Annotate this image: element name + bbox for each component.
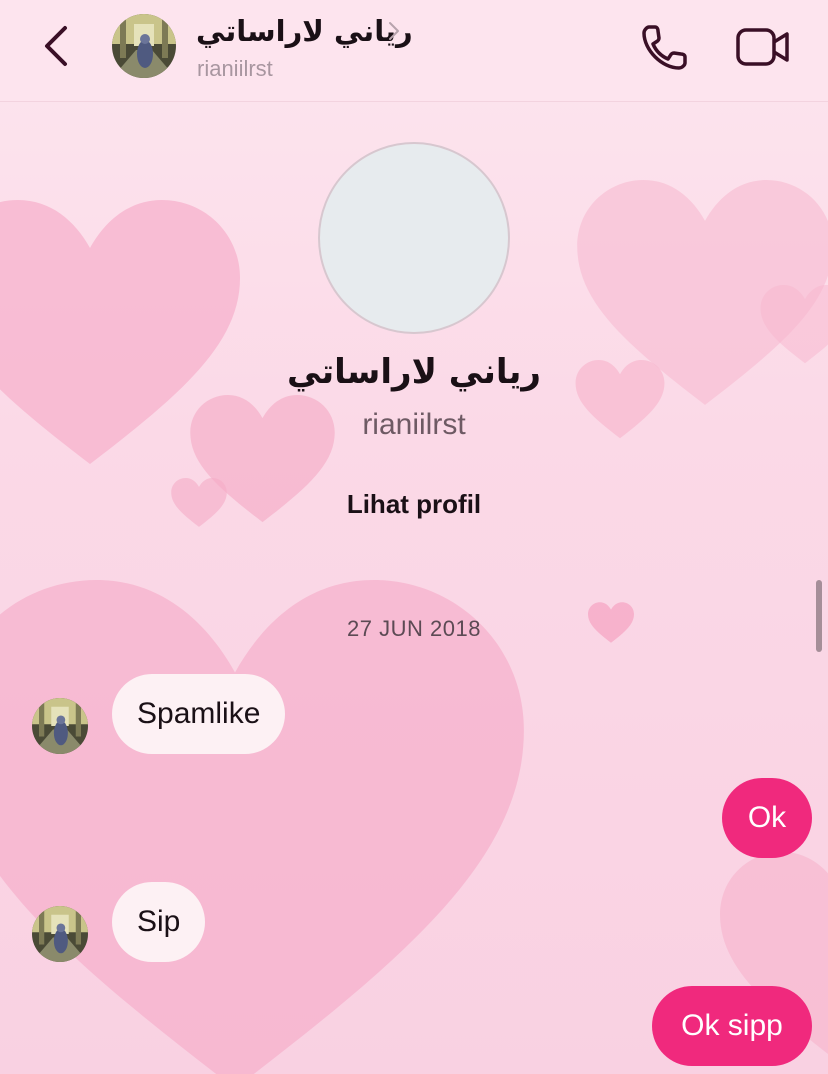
- message-bubble-incoming[interactable]: Spamlike: [112, 674, 286, 754]
- heart-decoration: [171, 478, 227, 527]
- profile-username: rianiilrst: [362, 408, 466, 441]
- contact-username[interactable]: rianiilrst: [197, 56, 273, 82]
- sender-avatar[interactable]: [32, 906, 88, 962]
- scrollbar[interactable]: [816, 580, 822, 652]
- contact-display-name[interactable]: رياني لاراساتي: [196, 14, 413, 48]
- message-bubble-outgoing[interactable]: Ok: [722, 778, 812, 858]
- message-bubble-incoming[interactable]: Sip: [112, 882, 206, 962]
- avatar-photo: [32, 906, 88, 962]
- view-profile-button[interactable]: Lihat profil: [332, 482, 496, 526]
- date-separator: 27 JUN 2018: [347, 616, 481, 641]
- chevron-left-icon[interactable]: [30, 20, 82, 72]
- avatar-photo: [112, 14, 176, 78]
- sender-avatar[interactable]: [32, 698, 88, 754]
- avatar-photo: [32, 698, 88, 754]
- heart-decoration: [0, 580, 524, 1074]
- video-camera-icon[interactable]: [734, 22, 792, 72]
- avatar[interactable]: [112, 14, 176, 78]
- message-bubble-outgoing[interactable]: Ok sipp: [652, 986, 812, 1066]
- profile-display-name: رياني لاراساتي: [286, 352, 542, 392]
- chevron-right-icon[interactable]: [386, 20, 402, 42]
- chat-header: رياني لاراساتي rianiilrst: [0, 0, 828, 102]
- profile-avatar[interactable]: [318, 142, 510, 334]
- phone-icon[interactable]: [638, 20, 692, 74]
